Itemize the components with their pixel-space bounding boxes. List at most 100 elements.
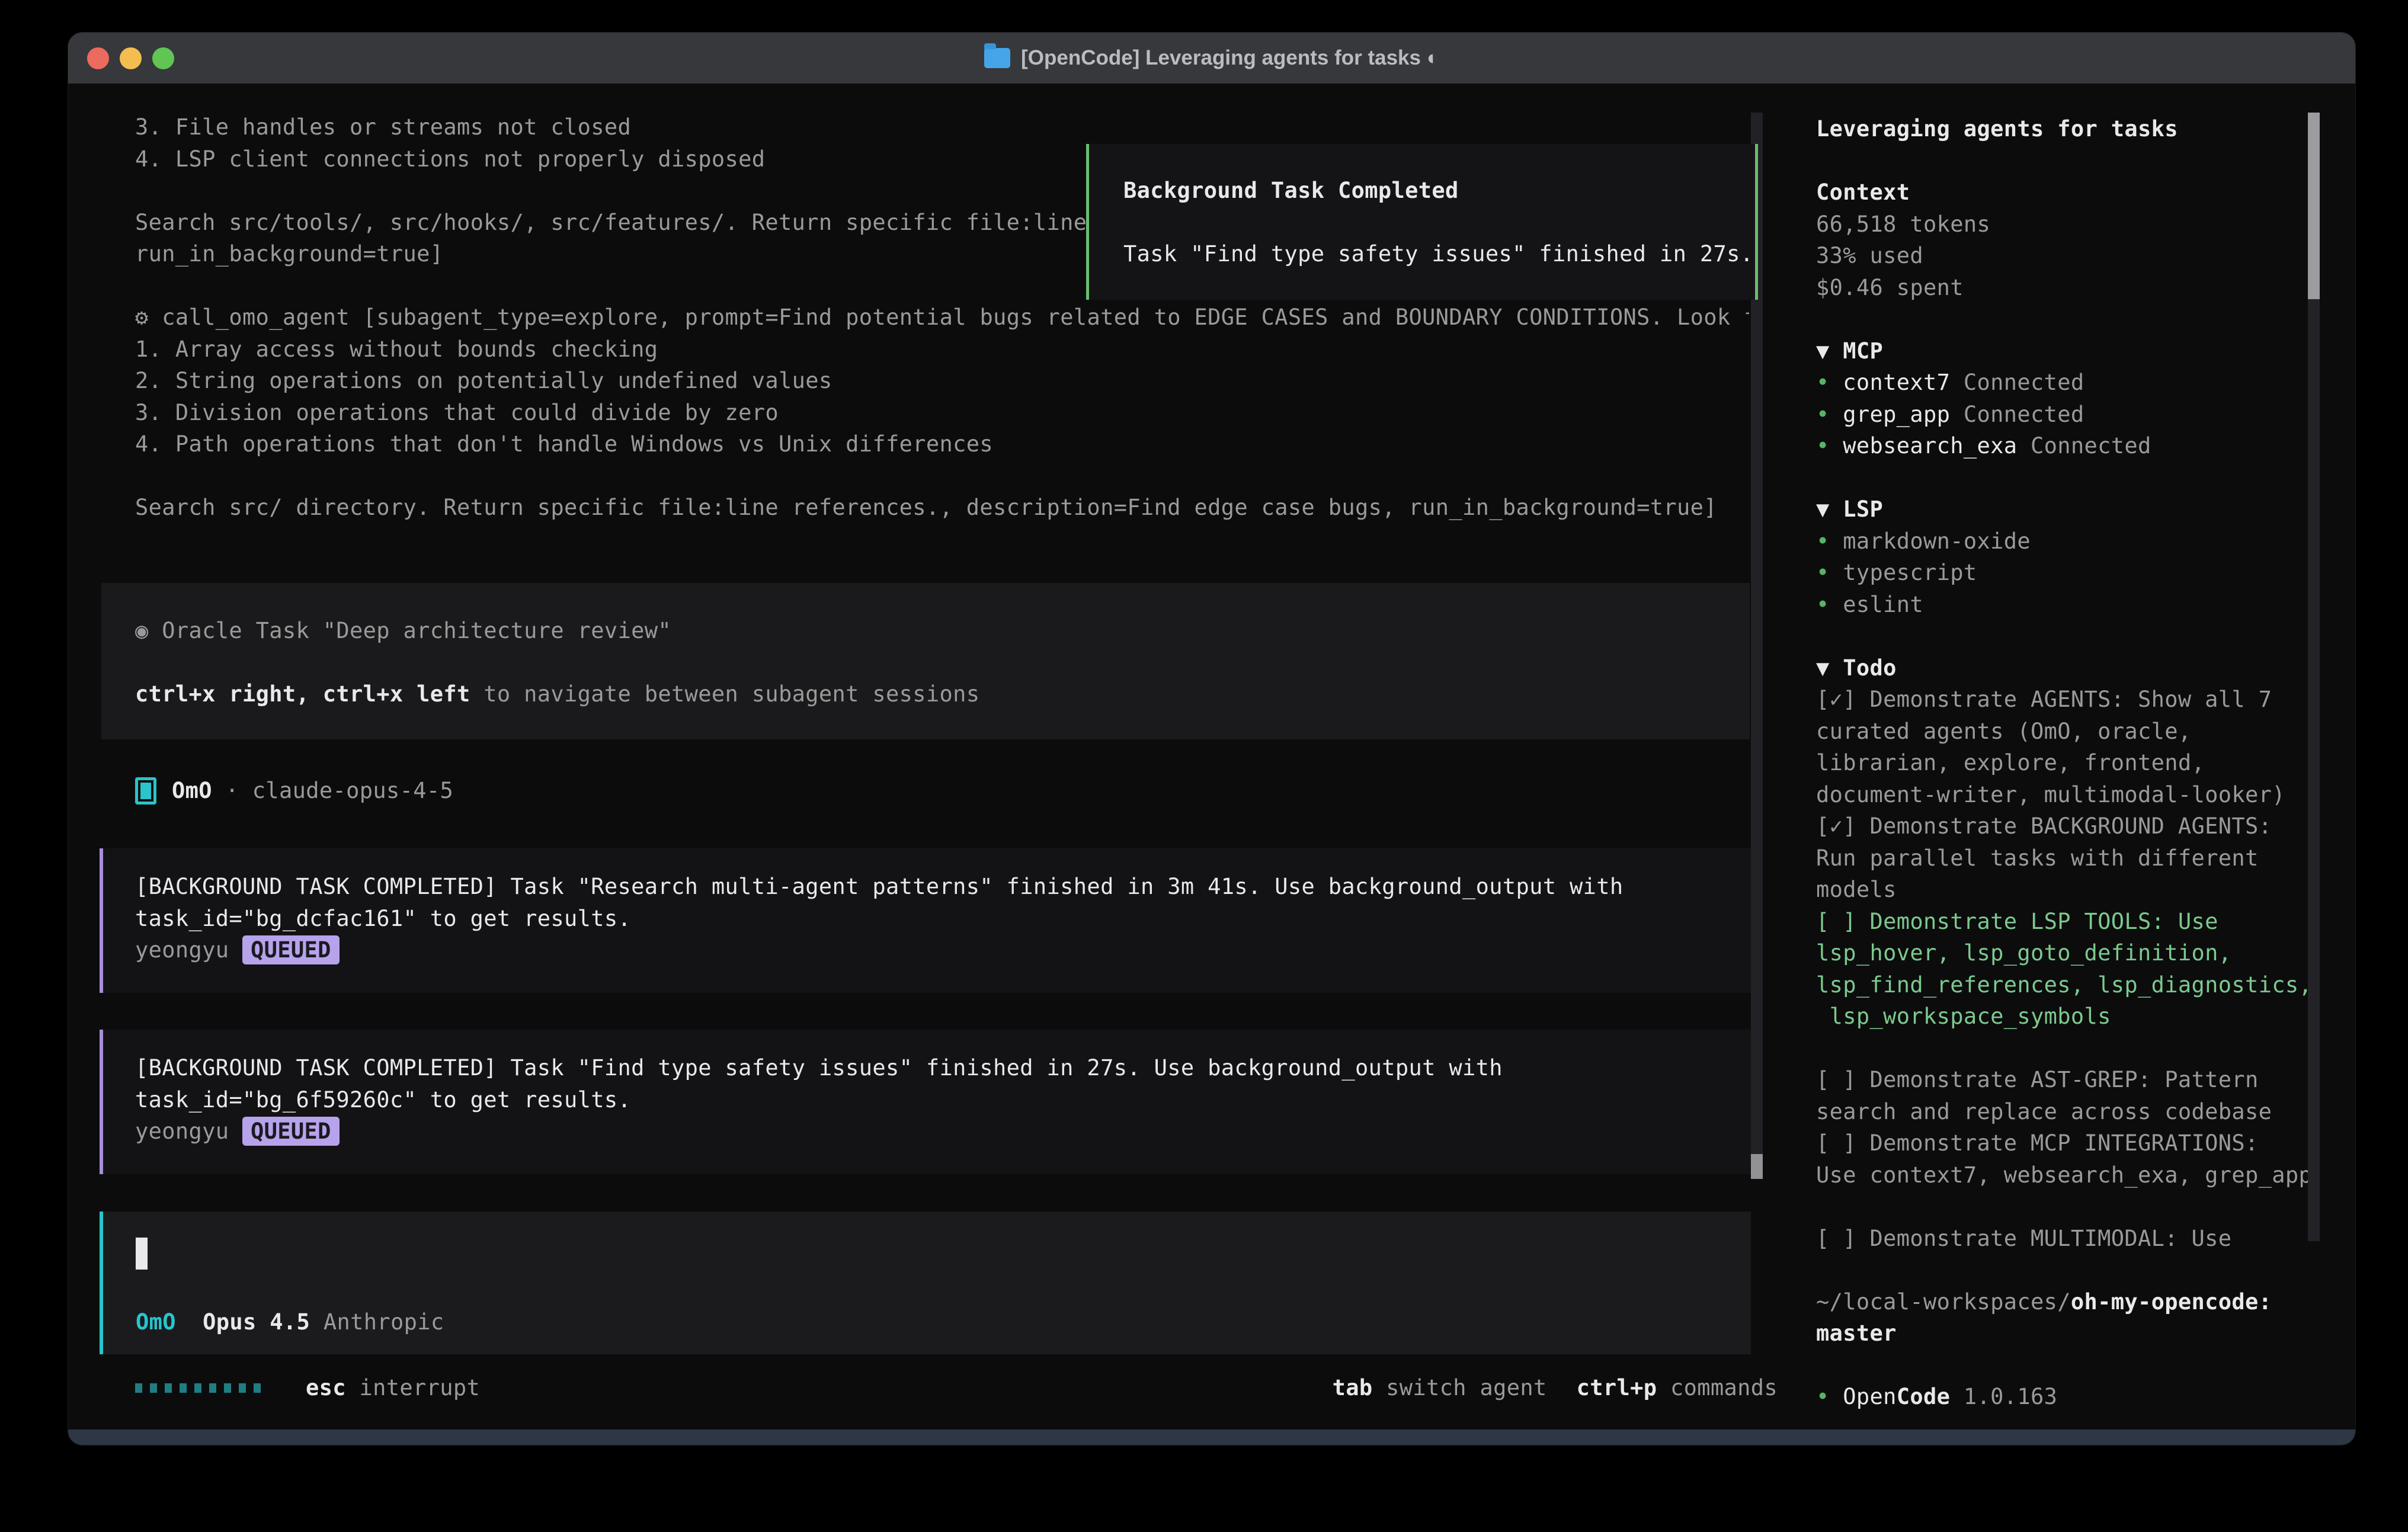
text-segment: lsp_workspace_symbols xyxy=(1816,1004,2111,1029)
text-segment: 4. LSP client connections not properly d… xyxy=(135,146,765,172)
terminal-line: [BACKGROUND TASK COMPLETED] Task "Resear… xyxy=(135,871,1751,903)
text-segment: ⚙ xyxy=(135,305,162,330)
text-segment: 1. Array access without bounds checking xyxy=(135,336,658,362)
text-segment: markdown-oxide xyxy=(1843,528,2031,554)
window-controls xyxy=(87,33,174,84)
agent-chip-label: OmO · claude-opus-4-5 xyxy=(172,775,453,807)
text-segment: 3. Division operations that could divide… xyxy=(135,400,779,425)
terminal-content: 3. File handles or streams not closed 4. … xyxy=(68,84,2355,1430)
text-segment: • xyxy=(1816,528,1843,554)
sidebar-scrollbar-thumb[interactable] xyxy=(2308,113,2320,299)
text-segment: run_in_background=true] xyxy=(135,241,443,267)
terminal-line: • websearch_exa Connected xyxy=(1816,430,2326,462)
text-segment: 33% used xyxy=(1816,243,1923,268)
terminal-line: • markdown-oxide xyxy=(1816,525,2326,557)
terminal-line xyxy=(135,460,1749,492)
terminal-line: Search src/ directory. Return specific f… xyxy=(135,492,1749,524)
text-segment xyxy=(310,1309,324,1335)
terminal-line: librarian, explore, frontend, xyxy=(1816,747,2326,779)
terminal-line: Use context7, websearch_exa, grep_app xyxy=(1816,1159,2326,1191)
status-bar: esc interrupt tab switch agentctrl+p com… xyxy=(135,1372,1778,1404)
terminal-line: 1. Array access without bounds checking xyxy=(135,334,1749,366)
text-segment: ▼ xyxy=(1816,338,1843,364)
text-segment: task_id="bg_6f59260c" to get results. xyxy=(135,1087,631,1113)
text-segment: ◉ Oracle Task "Deep architecture review" xyxy=(135,618,671,643)
terminal-line: • grep_app Connected xyxy=(1816,399,2326,431)
text-segment: • xyxy=(1816,370,1843,395)
terminal-line: 3. Division operations that could divide… xyxy=(135,397,1749,429)
terminal-line: task_id="bg_6f59260c" to get results. xyxy=(135,1084,1751,1116)
terminal-line: lsp_workspace_symbols xyxy=(1816,1001,2326,1033)
terminal-line: 4. Path operations that don't handle Win… xyxy=(135,428,1749,460)
text-segment: yeongyu xyxy=(135,1118,242,1144)
maximize-window-button[interactable] xyxy=(152,47,174,69)
text-segment: Anthropic xyxy=(324,1309,444,1335)
background-task-message-1: [BACKGROUND TASK COMPLETED] Task "Resear… xyxy=(100,848,1751,993)
status-left: esc interrupt xyxy=(135,1372,480,1404)
minimize-window-button[interactable] xyxy=(120,47,142,69)
terminal-line: ▼ MCP xyxy=(1816,335,2326,367)
text-segment: · xyxy=(212,778,252,803)
close-window-button[interactable] xyxy=(87,47,109,69)
terminal-line: 66,518 tokens xyxy=(1816,209,2326,241)
terminal-line: ~/local-workspaces/oh-my-opencode: xyxy=(1816,1286,2326,1318)
notification-spacer xyxy=(1123,207,1755,239)
terminal-line: 2. String operations on potentially unde… xyxy=(135,365,1749,397)
terminal-line: search and replace across codebase xyxy=(1816,1096,2326,1128)
text-segment: • xyxy=(1816,592,1843,617)
text-segment: [ ] Demonstrate LSP TOOLS: Use xyxy=(1816,909,2218,934)
text-segment: 2. String operations on potentially unde… xyxy=(135,368,832,393)
terminal-line xyxy=(1816,1191,2326,1223)
text-segment: ▼ xyxy=(1816,655,1843,681)
text-segment: [ ] Demonstrate MCP INTEGRATIONS: xyxy=(1816,1130,2259,1156)
titlebar: [OpenCode] Leveraging agents for tasks ◐ xyxy=(68,33,2355,84)
terminal-line: ctrl+x right, ctrl+x left to navigate be… xyxy=(135,678,1750,710)
activity-dot xyxy=(209,1383,216,1393)
text-segment: master xyxy=(1816,1321,1897,1346)
terminal-line: • eslint xyxy=(1816,589,2326,621)
text-segment: document-writer, multimodal-looker) xyxy=(1816,782,2285,807)
activity-dot xyxy=(239,1383,246,1393)
terminal-line: master xyxy=(1816,1318,2326,1350)
activity-dot xyxy=(180,1383,187,1393)
terminal-line: • OpenCode 1.0.163 xyxy=(1816,1381,2326,1413)
text-segment: lsp_find_references, lsp_diagnostics, xyxy=(1816,972,2312,998)
terminal-line: models xyxy=(1816,874,2326,906)
terminal-line xyxy=(135,647,1750,679)
terminal-line: $0.46 spent xyxy=(1816,272,2326,304)
text-segment: librarian, explore, frontend, xyxy=(1816,750,2205,775)
text-segment: • xyxy=(1816,433,1843,459)
background-task-message-2: [BACKGROUND TASK COMPLETED] Task "Find t… xyxy=(100,1030,1751,1174)
text-segment: search and replace across codebase xyxy=(1816,1099,2272,1124)
text-segment: Connected xyxy=(1950,370,2084,395)
terminal-line: yeongyu QUEUED xyxy=(135,1116,1751,1148)
text-segment: eslint xyxy=(1843,592,1923,617)
terminal-line: Leveraging agents for tasks xyxy=(1816,113,2326,145)
terminal-line: 3. File handles or streams not closed xyxy=(135,111,1749,143)
text-segment: models xyxy=(1816,877,1897,902)
text-segment: [✓] Demonstrate AGENTS: Show all 7 xyxy=(1816,687,2272,712)
terminal-line: ▼ Todo xyxy=(1816,652,2326,684)
text-segment xyxy=(176,1309,203,1335)
text-segment: OmO xyxy=(136,1309,176,1335)
text-segment: ~/local-workspaces/ xyxy=(1816,1289,2071,1315)
terminal-line xyxy=(1816,1350,2326,1382)
terminal-line: Context xyxy=(1816,177,2326,209)
activity-dot xyxy=(254,1383,261,1393)
text-segment: Context xyxy=(1816,180,1910,205)
text-segment: oh-my-opencode: xyxy=(2071,1289,2272,1315)
terminal-line xyxy=(1816,462,2326,494)
terminal-line xyxy=(1816,303,2326,335)
terminal-line: [✓] Demonstrate AGENTS: Show all 7 xyxy=(1816,684,2326,716)
main-scrollbar-thumb[interactable] xyxy=(1751,1154,1763,1179)
terminal-line: • typescript xyxy=(1816,557,2326,589)
terminal-line: yeongyu QUEUED xyxy=(135,934,1751,966)
text-segment: 1.0.163 xyxy=(1950,1384,2057,1409)
text-segment: LSP xyxy=(1843,496,1883,522)
text-segment: $0.46 spent xyxy=(1816,275,1964,300)
prompt-input[interactable]: OmO Opus 4.5 Anthropic xyxy=(100,1212,1751,1354)
activity-dots xyxy=(135,1383,261,1393)
text-segment: Run parallel tasks with different xyxy=(1816,845,2259,871)
text-segment: 66,518 tokens xyxy=(1816,211,1990,237)
text-segment: context7 xyxy=(1843,370,1950,395)
